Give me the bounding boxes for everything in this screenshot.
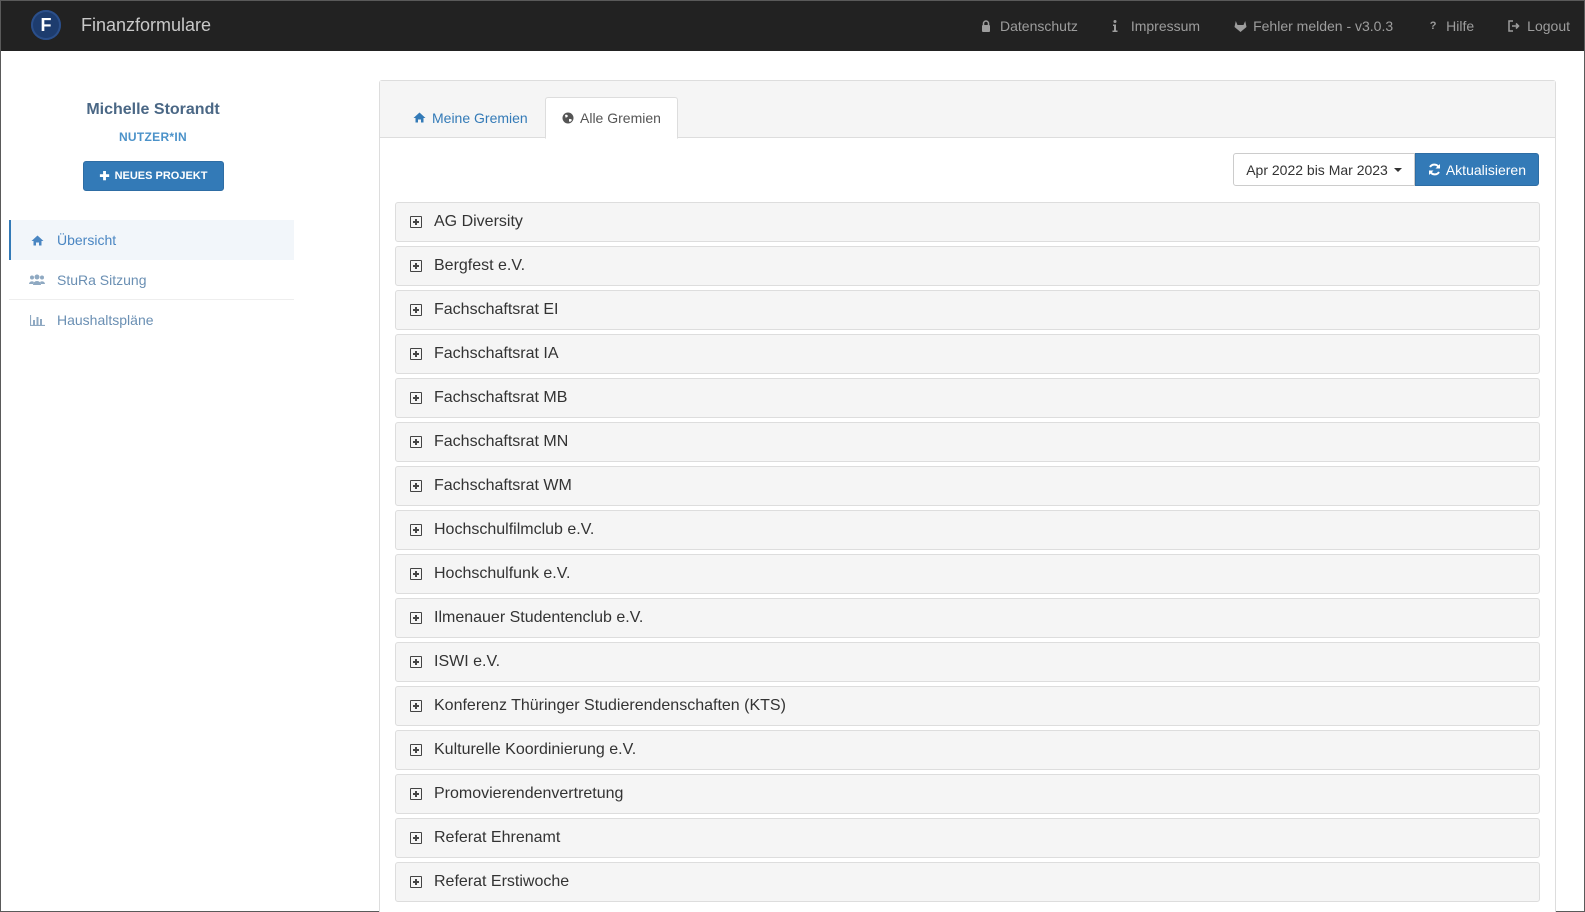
expand-plus-icon[interactable] [410, 436, 422, 448]
gremium-name: AG Diversity [434, 213, 523, 230]
expand-plus-icon[interactable] [410, 480, 422, 492]
nav-link-impressum[interactable]: Impressum [1112, 18, 1200, 34]
list-item[interactable]: Konferenz Thüringer Studierendenschaften… [395, 686, 1540, 726]
sidebar-item-uebersicht[interactable]: Übersicht [9, 220, 294, 260]
nav-link-label: Datenschutz [1000, 18, 1078, 34]
nav-link-fehler-melden[interactable]: Fehler melden - v3.0.3 [1234, 18, 1393, 34]
list-item[interactable]: Fachschaftsrat MB [395, 378, 1540, 418]
user-name: Michelle Storandt [86, 101, 220, 118]
globe-icon [562, 112, 574, 124]
gremium-name: Kulturelle Koordinierung e.V. [434, 741, 637, 758]
expand-plus-icon[interactable] [410, 568, 422, 580]
sidebar-item-label: StuRa Sitzung [57, 271, 147, 288]
gremium-name: Fachschaftsrat WM [434, 477, 572, 494]
expand-plus-icon[interactable] [410, 832, 422, 844]
list-item[interactable]: Fachschaftsrat IA [395, 334, 1540, 374]
expand-plus-icon[interactable] [410, 260, 422, 272]
expand-plus-icon[interactable] [410, 788, 422, 800]
gremium-name: Referat Ehrenamt [434, 829, 561, 846]
expand-plus-icon[interactable] [410, 744, 422, 756]
new-project-label: NEUES PROJEKT [114, 170, 208, 182]
navbar-links: Datenschutz Impressum Fehler melden - v3… [947, 1, 1570, 51]
nav-link-label: Impressum [1130, 18, 1201, 34]
gremium-name: ISWI e.V. [434, 653, 501, 670]
nav-link-label: Hilfe [1446, 18, 1475, 34]
sidebar-item-stura-sitzung[interactable]: StuRa Sitzung [9, 260, 294, 300]
gremium-name: Fachschaftsrat MN [434, 433, 569, 450]
gremium-name: Fachschaftsrat IA [434, 345, 559, 362]
info-icon [1112, 20, 1124, 32]
sidebar-nav: Übersicht StuRa Sitzung Haushaltspläne [9, 220, 294, 340]
tab-label: Alle Gremien [580, 110, 661, 126]
caret-down-icon [1393, 167, 1402, 172]
gremium-name: Fachschaftsrat MB [434, 389, 568, 406]
expand-plus-icon[interactable] [410, 876, 422, 888]
tab-bar: Meine Gremien Alle Gremien [380, 81, 1555, 139]
list-item[interactable]: Referat Ehrenamt [395, 818, 1540, 858]
list-item[interactable]: ISWI e.V. [395, 642, 1540, 682]
tab-meine-gremien[interactable]: Meine Gremien [397, 97, 544, 138]
expand-plus-icon[interactable] [410, 348, 422, 360]
home-icon [413, 112, 426, 123]
gitlab-icon [1234, 20, 1247, 32]
question-icon: ? [1429, 20, 1437, 32]
refresh-button[interactable]: Aktualisieren [1414, 153, 1539, 186]
expand-plus-icon[interactable] [410, 700, 422, 712]
gremium-name: Hochschulfilmclub e.V. [434, 521, 595, 538]
list-item[interactable]: Referat Erstiwoche [395, 862, 1540, 902]
logout-icon [1508, 20, 1520, 32]
nav-link-label: Fehler melden - v3.0.3 [1253, 18, 1394, 34]
home-icon [29, 235, 45, 246]
list-item[interactable]: Fachschaftsrat EI [395, 290, 1540, 330]
gremium-name: Fachschaftsrat EI [434, 301, 559, 318]
gremien-list: AG Diversity Bergfest e.V. Fachschaftsrat … [395, 202, 1540, 906]
period-dropdown[interactable]: Apr 2022 bis Mar 2023 [1233, 153, 1415, 186]
list-item[interactable]: Bergfest e.V. [395, 246, 1540, 286]
user-role: NUTZER*IN [118, 130, 188, 144]
sidebar-item-haushaltsplaene[interactable]: Haushaltspläne [9, 300, 294, 340]
app-title[interactable]: Finanzformulare [81, 15, 211, 36]
list-item[interactable]: Fachschaftsrat MN [395, 422, 1540, 462]
refresh-icon [1428, 163, 1441, 176]
bar-chart-icon [29, 314, 45, 326]
list-item[interactable]: Ilmenauer Studentenclub e.V. [395, 598, 1540, 638]
nav-link-hilfe[interactable]: ? Hilfe [1427, 18, 1474, 34]
list-item[interactable]: Kulturelle Koordinierung e.V. [395, 730, 1540, 770]
gremium-name: Bergfest e.V. [434, 257, 526, 274]
nav-link-label: Logout [1527, 18, 1570, 34]
list-item[interactable]: AG Diversity [395, 202, 1540, 242]
expand-plus-icon[interactable] [410, 656, 422, 668]
sidebar: Michelle Storandt NUTZER*IN ✚ NEUES PROJ… [1, 51, 301, 911]
nav-link-datenschutz[interactable]: Datenschutz [981, 18, 1078, 34]
sidebar-item-label: Haushaltspläne [57, 312, 154, 328]
list-item[interactable]: Fachschaftsrat WM [395, 466, 1540, 506]
sidebar-item-label: Übersicht [57, 232, 117, 248]
period-value: Apr 2022 bis Mar 2023 [1246, 161, 1388, 178]
gremien-panel: Meine Gremien Alle Gremien Apr 2022 bis … [379, 80, 1556, 912]
refresh-label: Aktualisieren [1445, 161, 1526, 178]
top-navbar: F Finanzformulare Datenschutz Impressum … [1, 1, 1584, 51]
expand-plus-icon[interactable] [410, 612, 422, 624]
toolbar: Apr 2022 bis Mar 2023 Aktualisieren [1233, 153, 1539, 186]
tab-alle-gremien[interactable]: Alle Gremien [545, 97, 678, 139]
new-project-button[interactable]: ✚ NEUES PROJEKT [83, 161, 224, 191]
list-item[interactable]: Promovierendenvertretung [395, 774, 1540, 814]
expand-plus-icon[interactable] [410, 524, 422, 536]
app-logo[interactable]: F [31, 10, 61, 40]
lock-icon [981, 20, 993, 32]
plus-icon: ✚ [99, 169, 110, 183]
list-item[interactable]: Hochschulfunk e.V. [395, 554, 1540, 594]
users-icon [29, 274, 45, 285]
nav-link-logout[interactable]: Logout [1508, 18, 1570, 34]
gremium-name: Ilmenauer Studentenclub e.V. [434, 609, 644, 626]
expand-plus-icon[interactable] [410, 392, 422, 404]
expand-plus-icon[interactable] [410, 304, 422, 316]
expand-plus-icon[interactable] [410, 216, 422, 228]
gremium-name: Hochschulfunk e.V. [434, 565, 571, 582]
gremium-name: Konferenz Thüringer Studierendenschaften… [434, 697, 786, 714]
list-item[interactable]: Hochschulfilmclub e.V. [395, 510, 1540, 550]
gremium-name: Promovierendenvertretung [434, 785, 624, 802]
gremium-name: Referat Erstiwoche [434, 873, 570, 890]
tab-label: Meine Gremien [432, 109, 528, 126]
